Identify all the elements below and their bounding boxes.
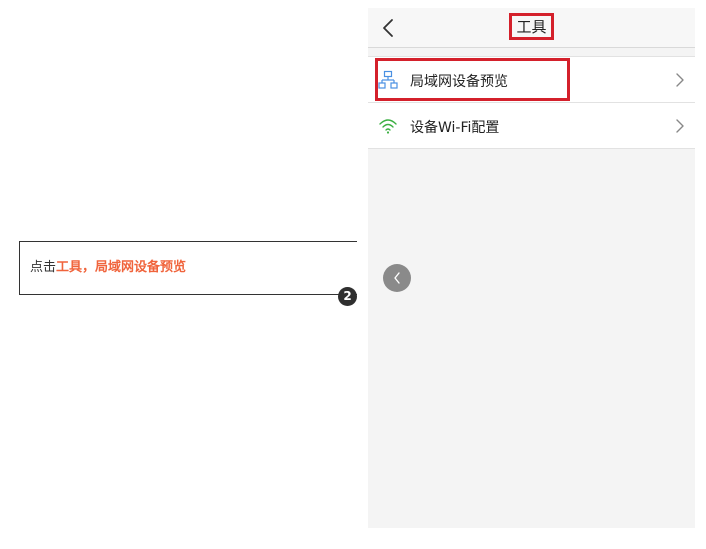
menu-item-label: 设备Wi-Fi配置 xyxy=(410,120,500,136)
chevron-left-icon xyxy=(394,272,400,284)
tools-menu-list: 局域网设备预览 设备Wi-Fi配置 xyxy=(368,56,695,149)
instruction-callout: 点击工具，局域网设备预览 xyxy=(19,241,357,295)
instruction-highlight-tools: 工具 xyxy=(56,260,83,275)
instruction-text: 点击工具，局域网设备预览 xyxy=(30,256,186,275)
title-highlight-box: 工具 xyxy=(509,13,554,40)
menu-item-lan-device-preview[interactable]: 局域网设备预览 xyxy=(368,57,695,103)
tutorial-page: 点击工具，局域网设备预览 2 工具 局域网设备预览 设备Wi-Fi配置 xyxy=(0,0,706,549)
network-devices-icon xyxy=(378,70,398,89)
step-number-badge: 2 xyxy=(338,287,357,306)
page-title: 工具 xyxy=(516,18,547,36)
chevron-right-icon xyxy=(676,119,684,133)
navigation-bar: 工具 xyxy=(368,8,695,48)
wifi-icon xyxy=(379,119,397,134)
chevron-left-icon xyxy=(383,19,393,37)
instruction-prefix: 点击 xyxy=(30,260,57,275)
instruction-highlight-lan-preview: 局域网设备预览 xyxy=(95,260,187,275)
menu-item-device-wifi-config[interactable]: 设备Wi-Fi配置 xyxy=(368,103,695,149)
back-button[interactable] xyxy=(374,14,402,42)
chevron-right-icon xyxy=(676,73,684,87)
instruction-separator: ， xyxy=(82,260,96,275)
floating-back-button[interactable] xyxy=(383,264,411,292)
phone-screen: 工具 局域网设备预览 设备Wi-Fi配置 xyxy=(368,8,695,528)
menu-item-label: 局域网设备预览 xyxy=(410,74,508,90)
